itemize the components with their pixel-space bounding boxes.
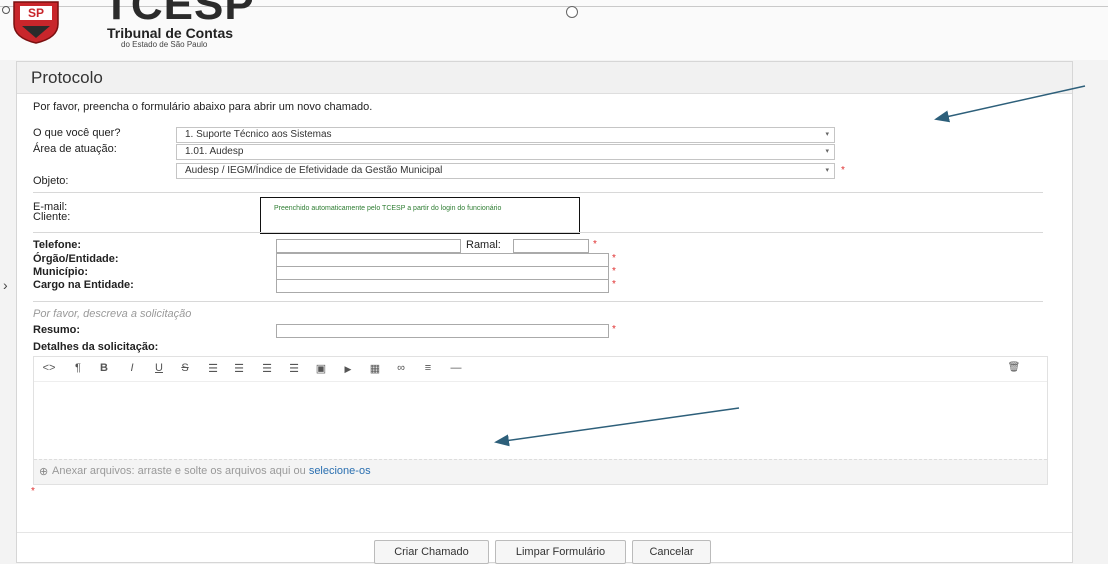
cliente-label: Cliente: (33, 211, 71, 223)
objeto-value: Audesp / IEGM/Índice de Efetividade da G… (185, 165, 443, 176)
svg-text:SP: SP (28, 6, 44, 20)
unordered-list-icon[interactable]: ☰ (206, 362, 220, 375)
link-icon[interactable]: ∞ (394, 362, 408, 374)
objeto-select[interactable]: Audesp / IEGM/Índice de Efetividade da G… (176, 163, 835, 179)
bold-button[interactable]: B (97, 362, 111, 374)
trash-icon[interactable]: 🗑 (1007, 362, 1021, 373)
required-mark: * (612, 279, 616, 290)
area-label: Área de atuação: (33, 143, 117, 155)
area-value: 1.01. Audesp (185, 146, 244, 157)
form-intro: Por favor, preencha o formulário abaixo … (33, 101, 373, 113)
ordered-list-icon[interactable]: ☰ (232, 362, 246, 375)
clear-form-button[interactable]: Limpar Formulário (495, 540, 626, 564)
logo-subtitle-small: do Estado de São Paulo (121, 40, 208, 49)
image-icon[interactable]: ▣ (314, 362, 328, 375)
tcesp-seal-logo: SP (13, 1, 59, 44)
table-icon[interactable]: ▦ (368, 362, 382, 375)
divider (33, 232, 1043, 233)
orgao-input[interactable] (276, 253, 609, 267)
resumo-input[interactable] (276, 324, 609, 338)
align-icon[interactable]: ≡ (421, 362, 435, 374)
editor-toolbar: <> ¶ B I U S ☰ ☰ ☰ ☰ ▣ ▶ ▦ ∞ ≡ — 🗑 (34, 357, 1047, 382)
select-files-link[interactable]: selecione-os (309, 465, 371, 477)
o-que-label: O que você quer? (33, 127, 121, 139)
indent-icon[interactable]: ☰ (287, 362, 301, 375)
telefone-label: Telefone: (33, 239, 82, 251)
page-title: Protocolo (31, 68, 103, 87)
chevron-down-icon: ▾ (825, 148, 829, 155)
rich-text-editor: <> ¶ B I U S ☰ ☰ ☰ ☰ ▣ ▶ ▦ ∞ ≡ — 🗑 ⊕ Ane… (33, 356, 1048, 485)
circle-icon (566, 6, 578, 18)
auto-fill-note-text: Preenchido automaticamente pelo TCESP a … (274, 205, 502, 212)
required-mark: * (31, 486, 35, 497)
required-mark: * (612, 324, 616, 335)
horizontal-rule-icon[interactable]: — (449, 362, 463, 374)
objeto-label: Objeto: (33, 175, 69, 187)
strikethrough-button[interactable]: S (178, 362, 192, 374)
ramal-input[interactable] (513, 239, 589, 253)
divider (17, 532, 1072, 533)
required-mark: * (612, 266, 616, 277)
telefone-input[interactable] (276, 239, 461, 253)
chevron-left-icon[interactable]: › (3, 277, 8, 293)
divider (33, 301, 1043, 302)
required-mark: * (841, 165, 845, 176)
create-ticket-button[interactable]: Criar Chamado (374, 540, 489, 564)
o-que-select[interactable]: 1. Suporte Técnico aos Sistemas ▾ (176, 127, 835, 143)
video-icon[interactable]: ▶ (341, 364, 355, 375)
area-select[interactable]: 1.01. Audesp ▾ (176, 144, 835, 160)
chevron-down-icon: ▾ (825, 131, 829, 138)
cargo-input[interactable] (276, 279, 609, 293)
code-view-button[interactable]: <> (40, 362, 58, 374)
divider (33, 192, 1043, 193)
outdent-icon[interactable]: ☰ (260, 362, 274, 375)
attach-instructions: Anexar arquivos: arraste e solte os arqu… (52, 465, 309, 477)
municipio-label: Município: (33, 266, 88, 278)
descreva-hint: Por favor, descreva a solicitação (33, 308, 192, 320)
cargo-label: Cargo na Entidade: (33, 279, 134, 291)
required-mark: * (593, 239, 597, 250)
paragraph-icon[interactable]: ¶ (71, 362, 85, 374)
chevron-down-icon: ▾ (825, 167, 829, 174)
editor-content-area[interactable] (34, 381, 1047, 459)
site-header: SP TCESP Tribunal de Contas do Estado de… (0, 0, 1108, 60)
underline-button[interactable]: U (152, 362, 166, 374)
resumo-label: Resumo: (33, 324, 81, 336)
ramal-label: Ramal: (466, 239, 501, 251)
o-que-value: 1. Suporte Técnico aos Sistemas (185, 129, 332, 140)
attach-text: Anexar arquivos: arraste e solte os arqu… (52, 465, 371, 477)
italic-button[interactable]: I (125, 362, 139, 374)
municipio-input[interactable] (276, 266, 609, 280)
cancel-button[interactable]: Cancelar (632, 540, 711, 564)
required-mark: * (612, 253, 616, 264)
auto-fill-note: Preenchido automaticamente pelo TCESP a … (260, 197, 580, 234)
attachment-dropzone[interactable]: ⊕ Anexar arquivos: arraste e solte os ar… (34, 459, 1047, 484)
panel-heading: Protocolo (17, 62, 1072, 94)
detalhes-label: Detalhes da solicitação: (33, 341, 159, 353)
logo-subtitle: Tribunal de Contas (107, 25, 234, 41)
protocol-panel: Protocolo Por favor, preencha o formulár… (16, 61, 1073, 564)
attach-icon: ⊕ (39, 466, 49, 478)
orgao-label: Órgão/Entidade: (33, 253, 119, 265)
